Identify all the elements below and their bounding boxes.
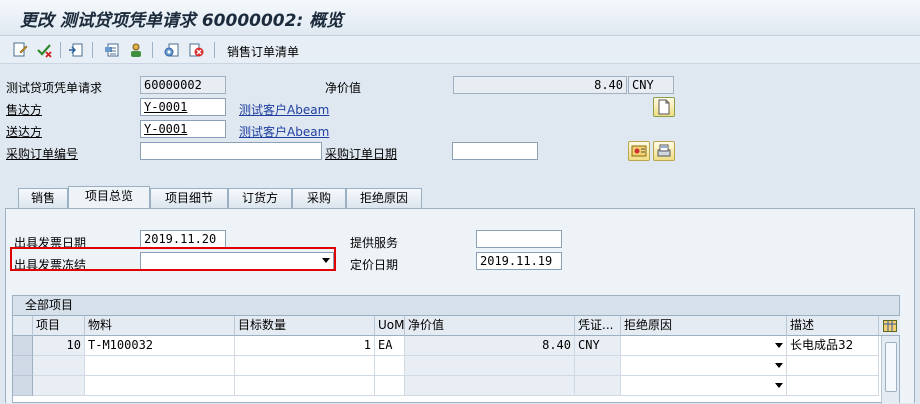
po-date-field[interactable] xyxy=(452,142,538,160)
col-net-value[interactable]: 净价值 xyxy=(405,316,575,336)
tab-ordering-party[interactable]: 订货方 xyxy=(228,188,292,208)
po-number-label: 采购订单编号 xyxy=(6,147,79,161)
pricing-date-label: 定价日期 xyxy=(350,258,399,272)
tab-procurement[interactable]: 采购 xyxy=(292,188,346,208)
service-date-field[interactable] xyxy=(476,230,562,248)
cell-item: 10 xyxy=(33,336,85,356)
cell-reject-reason[interactable] xyxy=(621,336,787,356)
col-doc-currency[interactable]: 凭证... xyxy=(575,316,621,336)
col-target-qty[interactable]: 目标数量 xyxy=(235,316,375,336)
orders-icon[interactable] xyxy=(628,141,650,161)
create-doc-icon[interactable] xyxy=(66,40,86,60)
doc-number-field: 60000002 xyxy=(140,76,226,94)
chevron-down-icon[interactable] xyxy=(775,383,783,388)
title-bar: 更改 测试贷项凭单请求 60000002: 概览 xyxy=(0,0,920,36)
document-icon[interactable] xyxy=(653,97,675,117)
row-selector[interactable] xyxy=(13,336,33,356)
currency-field: CNY xyxy=(628,76,674,94)
cell-target-qty[interactable]: 1 xyxy=(235,336,375,356)
sold-to-field[interactable]: Y-0001 xyxy=(140,98,226,116)
col-item[interactable]: 项目 xyxy=(33,316,85,336)
config-icon[interactable] xyxy=(162,40,182,60)
select-all-header[interactable] xyxy=(13,316,33,336)
net-value-label: 净价值 xyxy=(325,81,362,95)
cell-currency xyxy=(575,376,621,396)
cell-currency xyxy=(575,356,621,376)
row-selector[interactable] xyxy=(13,376,33,396)
cell-description[interactable] xyxy=(787,376,879,396)
cell-reject-reason[interactable] xyxy=(621,356,787,376)
net-value-field: 8.40 xyxy=(453,76,627,94)
col-uom[interactable]: UoM xyxy=(375,316,405,336)
cell-material[interactable] xyxy=(85,376,235,396)
cell-net-value: 8.40 xyxy=(405,336,575,356)
sold-to-label: 售达方 xyxy=(6,103,43,117)
sold-to-name[interactable]: 测试客户Abeam xyxy=(239,101,329,118)
cell-uom[interactable]: EA xyxy=(375,336,405,356)
cell-item xyxy=(33,376,85,396)
pricing-date-field[interactable]: 2019.11.19 xyxy=(476,252,562,270)
ship-to-name[interactable]: 测试客户Abeam xyxy=(239,123,329,140)
cell-net-value xyxy=(405,356,575,376)
tab-item-detail[interactable]: 项目细节 xyxy=(150,188,228,208)
vertical-scrollbar[interactable] xyxy=(881,336,899,404)
check-icon[interactable] xyxy=(34,40,54,60)
cell-target-qty[interactable] xyxy=(235,376,375,396)
tab-sales[interactable]: 销售 xyxy=(18,188,68,208)
col-material[interactable]: 物料 xyxy=(85,316,235,336)
sales-order-list-button[interactable]: 销售订单清单 xyxy=(227,43,299,60)
display-change-icon[interactable] xyxy=(10,40,30,60)
cell-description[interactable] xyxy=(787,356,879,376)
application-toolbar: 销售订单清单 xyxy=(0,36,920,64)
highlight-box xyxy=(10,247,336,271)
tab-reason-rejection[interactable]: 拒绝原因 xyxy=(346,188,422,208)
doc-type-label: 测试贷项凭单请求 xyxy=(6,81,103,95)
items-table: 全部项目 项目 物料 目标数量 UoM 净价值 凭证... 拒绝原因 描述 10… xyxy=(12,295,900,404)
cell-currency: CNY xyxy=(575,336,621,356)
cell-uom[interactable] xyxy=(375,356,405,376)
billing-date-field[interactable]: 2019.11.20 xyxy=(140,230,226,248)
col-reject-reason[interactable]: 拒绝原因 xyxy=(621,316,787,336)
ship-to-field[interactable]: Y-0001 xyxy=(140,120,226,138)
cell-item xyxy=(33,356,85,376)
cell-material[interactable]: T-M100032 xyxy=(85,336,235,356)
chevron-down-icon[interactable] xyxy=(775,343,783,348)
cell-material[interactable] xyxy=(85,356,235,376)
tab-item-overview[interactable]: 项目总览 xyxy=(68,186,150,209)
chevron-down-icon[interactable] xyxy=(775,363,783,368)
cell-reject-reason[interactable] xyxy=(621,376,787,396)
cell-net-value xyxy=(405,376,575,396)
reject-icon[interactable] xyxy=(186,40,206,60)
ship-to-label: 送达方 xyxy=(6,125,43,139)
column-settings-icon[interactable] xyxy=(879,316,900,336)
partner-icon[interactable] xyxy=(126,40,146,60)
cell-description[interactable]: 长电成品32 xyxy=(787,336,879,356)
window-title: 更改 测试贷项凭单请求 60000002: 概览 xyxy=(20,11,344,31)
po-date-label: 采购订单日期 xyxy=(325,147,398,161)
po-number-field[interactable] xyxy=(140,142,322,160)
print-icon[interactable] xyxy=(653,141,675,161)
cell-target-qty[interactable] xyxy=(235,356,375,376)
cell-uom[interactable] xyxy=(375,376,405,396)
col-description[interactable]: 描述 xyxy=(787,316,879,336)
row-selector[interactable] xyxy=(13,356,33,376)
header-icon[interactable] xyxy=(102,40,122,60)
scrollbar-thumb[interactable] xyxy=(885,342,897,392)
service-label: 提供服务 xyxy=(350,236,399,250)
items-table-title: 全部项目 xyxy=(13,296,899,316)
